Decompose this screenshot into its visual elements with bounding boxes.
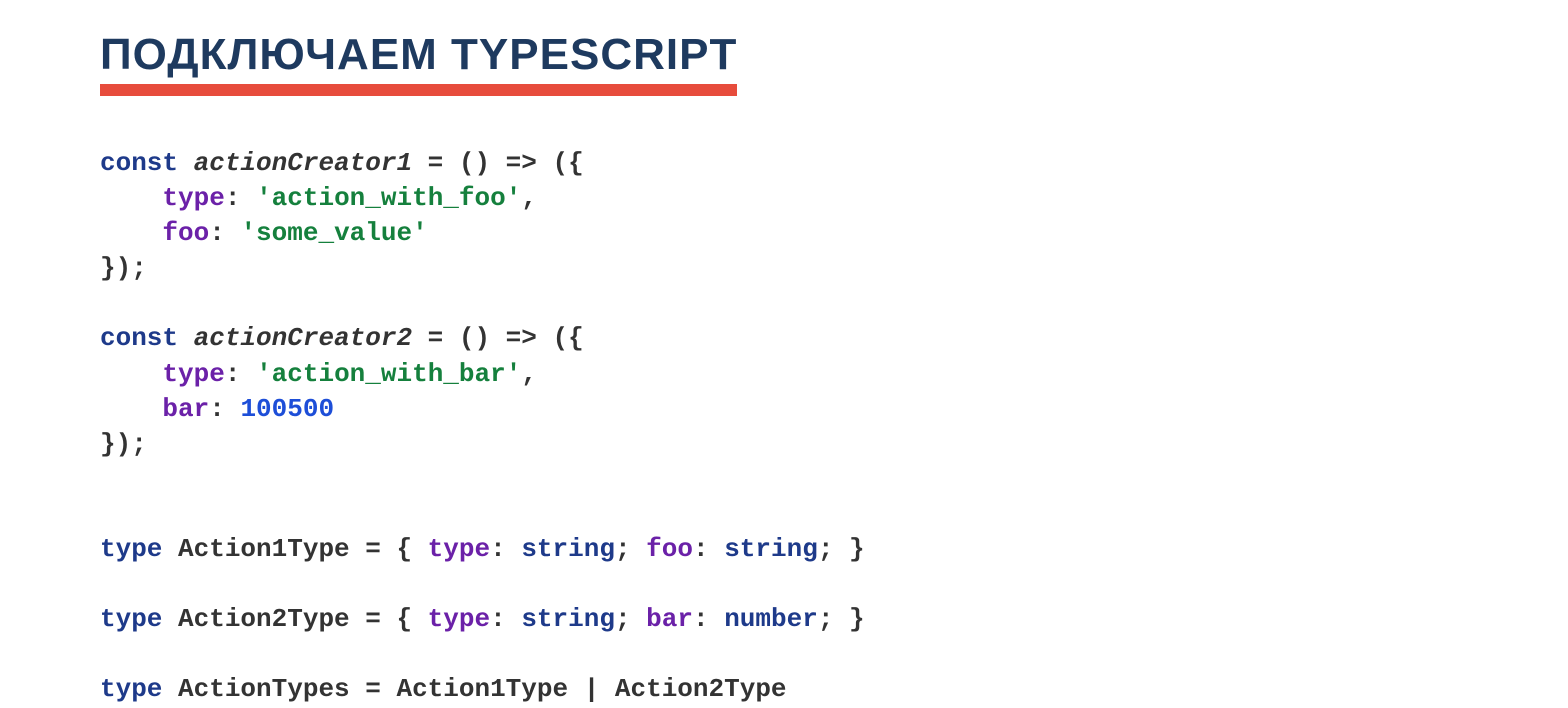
- property: type: [428, 534, 490, 564]
- identifier: actionCreator1: [194, 148, 412, 178]
- keyword-type: type: [100, 674, 162, 704]
- code-text: ;: [615, 534, 646, 564]
- type-primitive: string: [724, 534, 818, 564]
- property: type: [162, 183, 224, 213]
- string-literal: 'action_with_foo': [256, 183, 521, 213]
- code-text: :: [490, 604, 521, 634]
- code-block: const actionCreator1 = () => ({ type: 'a…: [100, 146, 1568, 708]
- keyword-const: const: [100, 323, 178, 353]
- code-text: :: [693, 534, 724, 564]
- code-text: ; }: [818, 604, 865, 634]
- property: type: [428, 604, 490, 634]
- code-text: = () => ({: [412, 323, 584, 353]
- code-text: });: [100, 253, 147, 283]
- string-literal: 'some_value': [240, 218, 427, 248]
- heading-wrap: ПОДКЛЮЧАЕМ TYPESCRIPT: [100, 30, 737, 96]
- property: foo: [162, 218, 209, 248]
- type-primitive: string: [521, 534, 615, 564]
- code-text: ,: [521, 183, 537, 213]
- code-text: Action2Type = {: [162, 604, 427, 634]
- property: bar: [162, 394, 209, 424]
- keyword-type: type: [100, 604, 162, 634]
- slide-title: ПОДКЛЮЧАЕМ TYPESCRIPT: [100, 30, 737, 80]
- code-text: ;: [615, 604, 646, 634]
- code-text: ActionTypes = Action1Type | Action2Type: [162, 674, 786, 704]
- identifier: actionCreator2: [194, 323, 412, 353]
- code-text: = () => ({: [412, 148, 584, 178]
- code-text: :: [693, 604, 724, 634]
- property: foo: [646, 534, 693, 564]
- property: type: [162, 359, 224, 389]
- code-text: :: [490, 534, 521, 564]
- code-text: [178, 323, 194, 353]
- code-text: ; }: [818, 534, 865, 564]
- keyword-const: const: [100, 148, 178, 178]
- code-text: });: [100, 429, 147, 459]
- code-text: :: [209, 218, 240, 248]
- code-text: Action1Type = {: [162, 534, 427, 564]
- code-text: :: [209, 394, 240, 424]
- type-primitive: number: [724, 604, 818, 634]
- code-text: :: [225, 359, 256, 389]
- code-text: :: [225, 183, 256, 213]
- property: bar: [646, 604, 693, 634]
- type-primitive: string: [521, 604, 615, 634]
- code-text: [178, 148, 194, 178]
- code-text: ,: [521, 359, 537, 389]
- number-literal: 100500: [240, 394, 334, 424]
- string-literal: 'action_with_bar': [256, 359, 521, 389]
- keyword-type: type: [100, 534, 162, 564]
